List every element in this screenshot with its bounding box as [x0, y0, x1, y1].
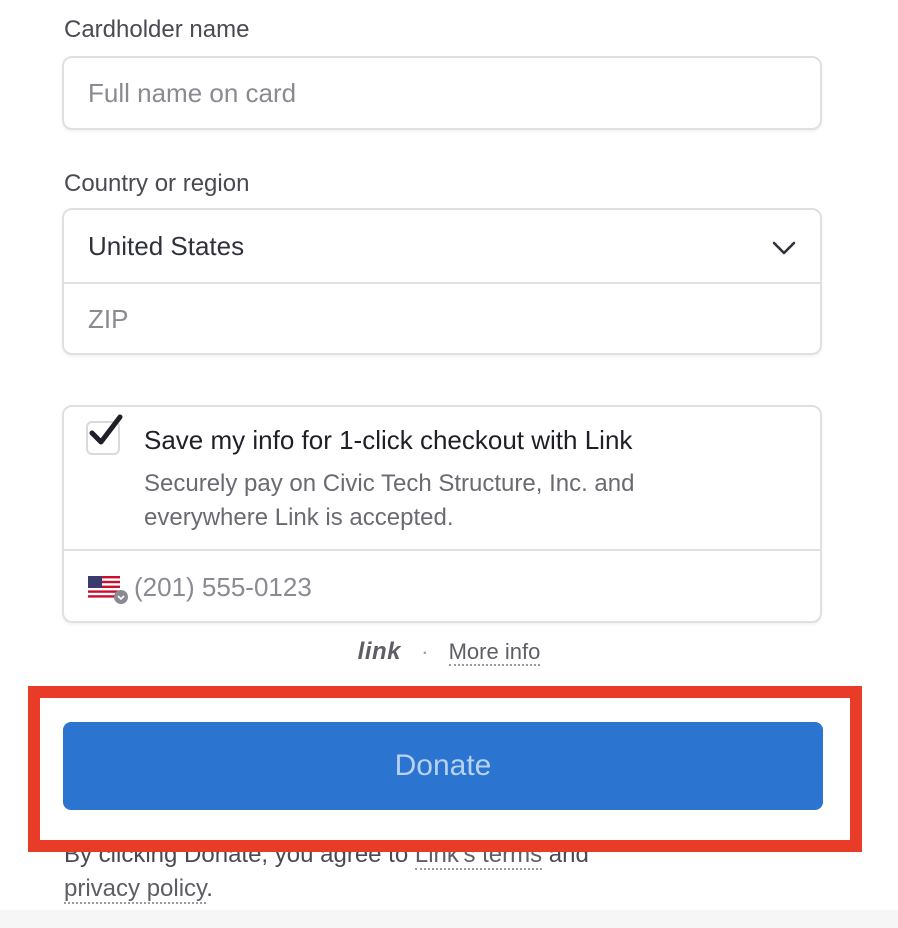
terms-text: By clicking Donate, you agree to Link's …: [64, 838, 844, 906]
terms-suffix: .: [206, 875, 213, 902]
save-info-checkbox[interactable]: [86, 414, 123, 455]
country-selected-value: United States: [88, 230, 245, 261]
dropdown-badge-icon: [114, 590, 128, 604]
cardholder-name-field-container: [62, 56, 822, 130]
terms-prefix: By clicking Donate, you agree to: [64, 841, 415, 868]
link-logo: link: [357, 638, 402, 665]
more-info-link[interactable]: More info: [448, 639, 541, 666]
cardholder-name-label: Cardholder name: [64, 16, 250, 43]
country-zip-group: United States: [62, 208, 822, 355]
separator-dot: ·: [421, 639, 429, 664]
terms-middle: and: [542, 841, 589, 868]
donate-button[interactable]: Donate: [63, 722, 823, 810]
chevron-down-icon: [772, 231, 796, 262]
us-flag-icon[interactable]: [88, 576, 128, 604]
bottom-edge: [0, 910, 898, 928]
link-save-box: Save my info for 1-click checkout with L…: [62, 405, 822, 623]
phone-input[interactable]: [120, 552, 820, 622]
cardholder-name-input[interactable]: [64, 58, 820, 128]
privacy-policy-link[interactable]: privacy policy: [64, 875, 207, 904]
link-terms-link[interactable]: Link's terms: [414, 841, 543, 870]
checkmark-icon: [89, 414, 123, 445]
save-info-description: Securely pay on Civic Tech Structure, In…: [144, 470, 635, 531]
zip-input[interactable]: [64, 284, 820, 354]
link-footer: link · More info: [0, 638, 898, 666]
save-info-title: Save my info for 1-click checkout with L…: [144, 425, 633, 455]
phone-row: [64, 551, 820, 623]
country-label: Country or region: [64, 170, 250, 197]
country-select[interactable]: United States: [64, 210, 820, 282]
